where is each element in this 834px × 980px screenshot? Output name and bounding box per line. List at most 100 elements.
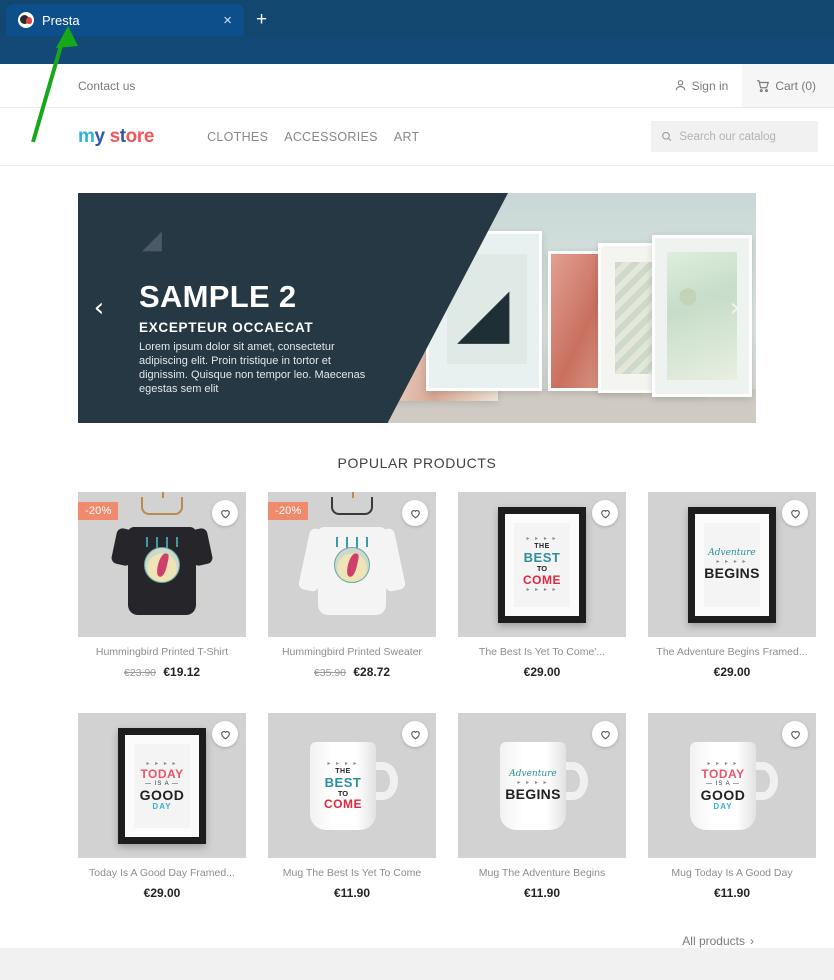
wishlist-heart-icon[interactable]	[592, 721, 618, 747]
product-price: €11.90	[523, 886, 561, 900]
product-image[interactable]: ▸ ▸ ▸ ▸ TODAY — IS A — GOOD DAY	[78, 713, 246, 858]
product-art-mug-best: ▸ ▸ ▸ ▸ THE BEST TO COME	[304, 741, 400, 830]
heart-icon	[600, 730, 610, 739]
carousel-brand-icon: ◢	[143, 228, 162, 254]
product-name[interactable]: Mug The Adventure Begins	[464, 867, 620, 879]
poster-artwork: ▸ ▸ ▸ ▸ THE BEST TO COME ▸ ▸ ▸ ▸	[514, 522, 570, 607]
product-price: €11.90	[713, 886, 751, 900]
search-input[interactable]	[679, 130, 808, 143]
all-products-link[interactable]: All products ›	[78, 934, 756, 948]
logo-char-6: r	[136, 125, 144, 147]
poster-mat: ▸ ▸ ▸ ▸ TODAY — IS A — GOOD DAY	[125, 734, 199, 837]
popular-products-heading: POPULAR PRODUCTS	[337, 455, 497, 471]
product-image[interactable]: -20%	[268, 492, 436, 637]
heart-icon	[220, 509, 230, 518]
site-logo[interactable]: my store	[78, 126, 154, 148]
product-card[interactable]: ▸ ▸ ▸ ▸ THE BEST TO COME ▸ ▸ ▸ ▸ The Bes…	[458, 492, 626, 691]
product-card[interactable]: -20% Hummingbird Printed Sweater €35.90 …	[268, 492, 436, 691]
carousel-title: SAMPLE 2	[139, 279, 297, 314]
sign-in-button[interactable]: Sign in	[660, 64, 743, 107]
product-art-tshirt-dark	[110, 492, 214, 617]
product-image[interactable]: ▸ ▸ ▸ ▸ TODAY — IS A — GOOD DAY	[648, 713, 816, 858]
product-name[interactable]: Hummingbird Printed T-Shirt	[84, 646, 240, 658]
product-info: Hummingbird Printed T-Shirt €23.90 €19.1…	[78, 637, 246, 691]
mug-word-today: TODAY	[701, 766, 745, 781]
heart-icon	[790, 509, 800, 518]
top-bar-right: Sign in Cart (0)	[660, 64, 834, 107]
mug-dots-top: ▸ ▸ ▸ ▸	[707, 760, 739, 767]
product-price: €29.00	[713, 665, 751, 679]
logo-char-1: m	[78, 125, 95, 147]
poster-artwork: Adventure ▸ ▸ ▸ ▸ BEGINS	[704, 522, 760, 607]
poster-word-is-a: — IS A —	[144, 780, 179, 787]
cart-icon	[757, 79, 770, 92]
nav-item-clothes[interactable]: CLOTHES	[207, 130, 268, 144]
tab-title: Presta	[42, 12, 80, 28]
product-info: Mug The Adventure Begins €11.90	[458, 858, 626, 912]
product-price-row: €29.00	[464, 665, 620, 679]
product-name[interactable]: Today Is A Good Day Framed...	[84, 867, 240, 879]
product-card[interactable]: ▸ ▸ ▸ ▸ THE BEST TO COME Mug The Best Is…	[268, 713, 436, 912]
product-card[interactable]: Adventure ▸ ▸ ▸ ▸ BEGINS Mug The Adventu…	[458, 713, 626, 912]
product-image[interactable]: ▸ ▸ ▸ ▸ THE BEST TO COME	[268, 713, 436, 858]
product-price-row: €35.90 €28.72	[274, 665, 430, 679]
wishlist-heart-icon[interactable]	[592, 500, 618, 526]
wishlist-heart-icon[interactable]	[402, 721, 428, 747]
product-card[interactable]: ▸ ▸ ▸ ▸ TODAY — IS A — GOOD DAY Today Is…	[78, 713, 246, 912]
product-name[interactable]: The Adventure Begins Framed...	[654, 646, 810, 658]
product-price-row: €11.90	[654, 886, 810, 900]
hummingbird-graphic	[334, 546, 370, 583]
product-price: €19.12	[163, 665, 201, 679]
product-name[interactable]: The Best Is Yet To Come'...	[464, 646, 620, 658]
product-name[interactable]: Hummingbird Printed Sweater	[274, 646, 430, 658]
page-content: ◢ ◢ SAMPLE 2 EXCEPTEUR OCCAECAT Lorem ip…	[0, 166, 834, 948]
browser-tab-presta[interactable]: Presta ×	[6, 4, 244, 36]
poster-word-day: DAY	[152, 801, 172, 811]
product-image[interactable]: Adventure ▸ ▸ ▸ ▸ BEGINS	[458, 713, 626, 858]
product-price-row: €11.90	[464, 886, 620, 900]
product-info: Today Is A Good Day Framed... €29.00	[78, 858, 246, 912]
wishlist-heart-icon[interactable]	[782, 721, 808, 747]
product-card[interactable]: Adventure ▸ ▸ ▸ ▸ BEGINS The Adventure B…	[648, 492, 816, 691]
poster-mat: ▸ ▸ ▸ ▸ THE BEST TO COME ▸ ▸ ▸ ▸	[505, 513, 579, 616]
product-image[interactable]: -20%	[78, 492, 246, 637]
wishlist-heart-icon[interactable]	[402, 500, 428, 526]
product-image[interactable]: ▸ ▸ ▸ ▸ THE BEST TO COME ▸ ▸ ▸ ▸	[458, 492, 626, 637]
wishlist-heart-icon[interactable]	[782, 500, 808, 526]
chevron-right-icon: ›	[750, 934, 754, 948]
product-image[interactable]: Adventure ▸ ▸ ▸ ▸ BEGINS	[648, 492, 816, 637]
contact-us-link[interactable]: Contact us	[78, 79, 135, 93]
carousel-prev-icon[interactable]: ‹	[86, 295, 112, 321]
product-name[interactable]: Mug The Best Is Yet To Come	[274, 867, 430, 879]
nav-item-accessories[interactable]: ACCESSORIES	[284, 130, 378, 144]
product-card[interactable]: ▸ ▸ ▸ ▸ TODAY — IS A — GOOD DAY Mug Toda…	[648, 713, 816, 912]
discount-badge: -20%	[78, 502, 119, 520]
close-icon[interactable]: ×	[219, 13, 236, 28]
wishlist-heart-icon[interactable]	[212, 500, 238, 526]
carousel-frame-glyph: ◢	[459, 278, 509, 350]
nav-item-art[interactable]: ART	[394, 130, 420, 144]
product-name[interactable]: Mug Today Is A Good Day	[654, 867, 810, 879]
mug-word-the: THE	[335, 767, 351, 775]
tab-strip: Presta × +	[0, 0, 834, 36]
user-icon	[675, 80, 685, 91]
product-art-poster-today: ▸ ▸ ▸ ▸ TODAY — IS A — GOOD DAY	[118, 727, 206, 844]
mug-word-come: COME	[324, 797, 362, 812]
product-price: €29.00	[143, 886, 181, 900]
discount-badge: -20%	[268, 502, 309, 520]
poster-word-isyet-to: TO	[536, 564, 548, 574]
product-price: €11.90	[333, 886, 371, 900]
product-art-mug-adventure: Adventure ▸ ▸ ▸ ▸ BEGINS	[494, 741, 590, 830]
product-card[interactable]: -20% Hummingbird Printed T-Shirt €23.90 …	[78, 492, 246, 691]
poster-word-best: BEST	[523, 550, 561, 566]
search-box[interactable]	[651, 121, 818, 152]
logo-char-7: e	[143, 125, 155, 147]
site-root: Contact us Sign in Cart (0) my store CLO…	[0, 64, 834, 948]
wishlist-heart-icon[interactable]	[212, 721, 238, 747]
carousel-next-icon[interactable]: ›	[722, 295, 748, 321]
poster-word-the: THE	[534, 543, 550, 551]
product-old-price: €23.90	[123, 667, 157, 679]
cart-button[interactable]: Cart (0)	[742, 64, 834, 107]
cart-label: Cart (0)	[775, 78, 816, 93]
new-tab-icon[interactable]: +	[244, 4, 279, 36]
